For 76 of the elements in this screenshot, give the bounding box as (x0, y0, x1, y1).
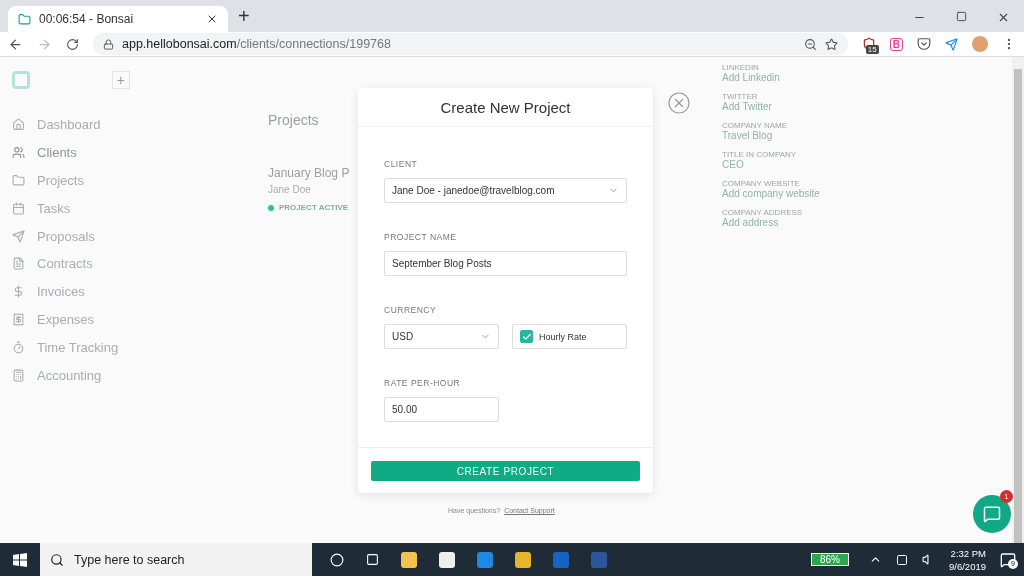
extension-button[interactable]: B (889, 37, 903, 51)
rate-field[interactable]: 50.00 (384, 397, 499, 423)
restore-icon[interactable] (956, 11, 967, 22)
sidebar-item[interactable]: Clients (12, 138, 77, 167)
search-icon (50, 552, 64, 567)
currency-select[interactable]: USD (384, 324, 499, 350)
detail-value: Add company website (722, 188, 820, 199)
pocket-icon[interactable] (917, 37, 931, 51)
url-text: app.hellobonsai.com/clients/connections/199768 (122, 37, 391, 51)
zoom-icon[interactable] (803, 37, 817, 51)
close-icon[interactable] (997, 11, 1010, 24)
scrollbar[interactable] (1012, 57, 1024, 543)
check-icon (521, 331, 532, 342)
logo-icon (12, 71, 30, 89)
sidebar-item[interactable]: Proposals (12, 222, 95, 250)
project-name: January Blog P (268, 166, 350, 180)
address-bar[interactable]: app.hellobonsai.com/clients/connections/199768 (93, 33, 848, 55)
sidebar-item[interactable]: Projects (12, 166, 84, 195)
sidebar-item[interactable]: Tasks (12, 194, 71, 223)
back-icon[interactable] (8, 36, 23, 52)
receipt-icon (12, 312, 25, 326)
add-button[interactable]: + (111, 71, 130, 89)
tab-title: 00:06:54 - Bonsai (39, 12, 135, 26)
client-select[interactable]: Jane Doe - janedoe@travelblog.com (384, 178, 627, 204)
client-name: Jane Doe (268, 184, 311, 195)
field-label: RATE PER-HOUR (384, 378, 462, 389)
detail-value: Add Linkedin (722, 72, 780, 83)
dialog-title: Create New Project (440, 98, 571, 116)
calculator-icon (12, 368, 25, 382)
sidebar-item[interactable]: Invoices (12, 277, 85, 306)
send-icon (12, 229, 25, 243)
calendar-icon (12, 201, 25, 215)
sidebar-item[interactable]: Accounting (12, 361, 102, 389)
reload-icon[interactable] (66, 37, 79, 51)
windows-logo-icon[interactable] (13, 552, 27, 567)
task-view-icon[interactable] (366, 553, 379, 566)
new-tab-button[interactable]: + (238, 5, 250, 28)
timer-icon (12, 340, 25, 354)
clock[interactable]: 2:32 PM 9/6/2019 (949, 546, 986, 573)
taskbar-search-field[interactable]: Type here to search (40, 543, 312, 576)
detail-value: Add Twitter (722, 101, 772, 112)
lock-icon (103, 38, 114, 50)
battery-indicator[interactable]: 86% (811, 553, 849, 566)
field-label: CURRENCY (384, 305, 438, 316)
sidebar-item[interactable]: Contracts (12, 250, 93, 278)
sidebar-item[interactable]: Dashboard (12, 111, 101, 139)
dollar-icon (12, 285, 25, 299)
extension-badge: 15 (865, 45, 879, 54)
detail-label: TITLE IN COMPANY (722, 150, 797, 159)
document-icon (12, 257, 25, 271)
project-name-field[interactable]: September Blog Posts (384, 251, 627, 277)
browser-tab[interactable]: 00:06:54 - Bonsai (8, 6, 228, 32)
section-title: Projects (268, 112, 319, 128)
detail-label: COMPANY ADDRESS (722, 208, 803, 217)
home-icon (12, 118, 25, 132)
detail-value: Add address (722, 217, 779, 228)
bookmark-star-icon[interactable] (824, 37, 838, 51)
sidebar-item[interactable]: Time Tracking (12, 333, 119, 362)
hourly-rate-checkbox[interactable]: Hourly Rate (512, 324, 627, 350)
field-label: PROJECT NAME (384, 232, 458, 243)
detail-value: Travel Blog (722, 130, 773, 141)
detail-label: LINKEDIN (722, 63, 759, 72)
chat-icon (983, 505, 1001, 523)
chat-button[interactable] (973, 495, 1011, 533)
status-text: PROJECT ACTIVE (279, 203, 349, 212)
close-icon[interactable] (206, 13, 218, 25)
detail-label: COMPANY WEBSITE (722, 179, 800, 188)
field-label: CLIENT (384, 159, 419, 170)
detail-label: COMPANY NAME (722, 121, 788, 130)
sidebar-item[interactable]: Expenses (12, 305, 95, 334)
detail-label: TWITTER (722, 92, 758, 101)
create-project-button[interactable]: CREATE PROJECT (371, 461, 640, 481)
detail-value: CEO (722, 159, 744, 170)
cortana-icon[interactable] (330, 552, 344, 567)
bonsai-logo-icon (18, 12, 31, 26)
people-icon (12, 146, 25, 160)
